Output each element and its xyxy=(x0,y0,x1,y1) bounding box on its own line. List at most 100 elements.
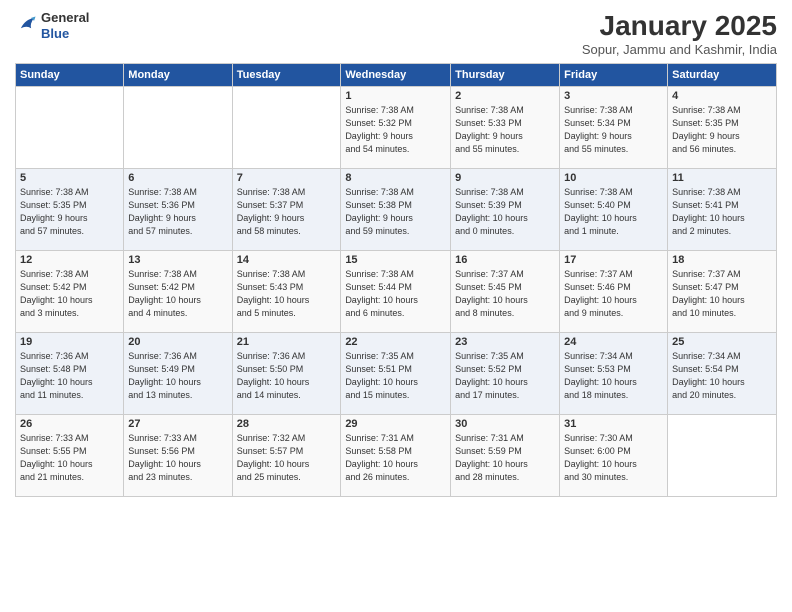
day-number: 22 xyxy=(345,336,446,348)
calendar-cell: 28 Sunrise: 7:32 AM Sunset: 5:57 PM Dayli… xyxy=(232,415,341,497)
calendar-cell xyxy=(124,87,232,169)
weekday-header: Sunday xyxy=(16,64,124,87)
day-info: Sunrise: 7:37 AM Sunset: 5:45 PM Dayligh… xyxy=(455,268,555,320)
calendar-cell: 3Sunrise: 7:38 AM Sunset: 5:34 PM Daylig… xyxy=(560,87,668,169)
logo: General Blue xyxy=(15,10,89,41)
day-number: 8 xyxy=(345,172,446,184)
calendar-cell: 14 Sunrise: 7:38 AM Sunset: 5:43 PM Dayli… xyxy=(232,251,341,333)
day-info: Sunrise: 7:38 AM Sunset: 5:40 PM Dayligh… xyxy=(564,186,663,238)
day-info: Sunrise: 7:38 AM Sunset: 5:42 PM Dayligh… xyxy=(128,268,227,320)
calendar-cell: 16 Sunrise: 7:37 AM Sunset: 5:45 PM Dayli… xyxy=(451,251,560,333)
day-info: Sunrise: 7:33 AM Sunset: 5:56 PM Dayligh… xyxy=(128,432,227,484)
calendar-cell: 11 Sunrise: 7:38 AM Sunset: 5:41 PM Dayli… xyxy=(668,169,777,251)
day-number: 16 xyxy=(455,254,555,266)
day-info: Sunrise: 7:37 AM Sunset: 5:47 PM Dayligh… xyxy=(672,268,772,320)
day-info: Sunrise: 7:38 AM Sunset: 5:42 PM Dayligh… xyxy=(20,268,119,320)
day-info: Sunrise: 7:34 AM Sunset: 5:54 PM Dayligh… xyxy=(672,350,772,402)
weekday-header: Wednesday xyxy=(341,64,451,87)
day-info: Sunrise: 7:38 AM Sunset: 5:44 PM Dayligh… xyxy=(345,268,446,320)
day-number: 24 xyxy=(564,336,663,348)
day-number: 26 xyxy=(20,418,119,430)
day-info: Sunrise: 7:38 AM Sunset: 5:35 PM Dayligh… xyxy=(20,186,119,238)
day-number: 19 xyxy=(20,336,119,348)
calendar-cell: 21Sunrise: 7:36 AM Sunset: 5:50 PM Dayli… xyxy=(232,333,341,415)
calendar-week-row: 1 Sunrise: 7:38 AM Sunset: 5:32 PM Daylig… xyxy=(16,87,777,169)
calendar-cell: 19 Sunrise: 7:36 AM Sunset: 5:48 PM Dayli… xyxy=(16,333,124,415)
day-info: Sunrise: 7:32 AM Sunset: 5:57 PM Dayligh… xyxy=(237,432,337,484)
header: General Blue January 2025 Sopur, Jammu a… xyxy=(15,10,777,57)
weekday-header: Monday xyxy=(124,64,232,87)
day-info: Sunrise: 7:38 AM Sunset: 5:35 PM Dayligh… xyxy=(672,104,772,156)
day-number: 9 xyxy=(455,172,555,184)
day-number: 13 xyxy=(128,254,227,266)
calendar-week-row: 26 Sunrise: 7:33 AM Sunset: 5:55 PM Dayli… xyxy=(16,415,777,497)
day-number: 21 xyxy=(237,336,337,348)
day-info: Sunrise: 7:38 AM Sunset: 5:41 PM Dayligh… xyxy=(672,186,772,238)
day-number: 17 xyxy=(564,254,663,266)
calendar-cell: 10Sunrise: 7:38 AM Sunset: 5:40 PM Dayli… xyxy=(560,169,668,251)
title-block: January 2025 Sopur, Jammu and Kashmir, I… xyxy=(582,10,777,57)
calendar-week-row: 12 Sunrise: 7:38 AM Sunset: 5:42 PM Dayli… xyxy=(16,251,777,333)
calendar-cell: 2 Sunrise: 7:38 AM Sunset: 5:33 PM Daylig… xyxy=(451,87,560,169)
calendar-cell: 4Sunrise: 7:38 AM Sunset: 5:35 PM Daylig… xyxy=(668,87,777,169)
day-number: 14 xyxy=(237,254,337,266)
day-info: Sunrise: 7:37 AM Sunset: 5:46 PM Dayligh… xyxy=(564,268,663,320)
logo-text: General Blue xyxy=(41,10,89,41)
day-info: Sunrise: 7:38 AM Sunset: 5:36 PM Dayligh… xyxy=(128,186,227,238)
calendar-cell: 6 Sunrise: 7:38 AM Sunset: 5:36 PM Daylig… xyxy=(124,169,232,251)
weekday-header: Saturday xyxy=(668,64,777,87)
calendar-cell: 26 Sunrise: 7:33 AM Sunset: 5:55 PM Dayli… xyxy=(16,415,124,497)
day-info: Sunrise: 7:35 AM Sunset: 5:51 PM Dayligh… xyxy=(345,350,446,402)
weekday-header: Tuesday xyxy=(232,64,341,87)
calendar-cell: 8Sunrise: 7:38 AM Sunset: 5:38 PM Daylig… xyxy=(341,169,451,251)
calendar-week-row: 19 Sunrise: 7:36 AM Sunset: 5:48 PM Dayli… xyxy=(16,333,777,415)
weekday-header: Friday xyxy=(560,64,668,87)
day-number: 12 xyxy=(20,254,119,266)
weekday-header: Thursday xyxy=(451,64,560,87)
day-info: Sunrise: 7:35 AM Sunset: 5:52 PM Dayligh… xyxy=(455,350,555,402)
calendar-cell: 29 Sunrise: 7:31 AM Sunset: 5:58 PM Dayli… xyxy=(341,415,451,497)
calendar-cell xyxy=(232,87,341,169)
day-info: Sunrise: 7:34 AM Sunset: 5:53 PM Dayligh… xyxy=(564,350,663,402)
calendar-cell: 9Sunrise: 7:38 AM Sunset: 5:39 PM Daylig… xyxy=(451,169,560,251)
calendar-cell: 31 Sunrise: 7:30 AM Sunset: 6:00 PM Dayli… xyxy=(560,415,668,497)
day-number: 20 xyxy=(128,336,227,348)
day-number: 25 xyxy=(672,336,772,348)
day-number: 1 xyxy=(345,90,446,102)
day-info: Sunrise: 7:31 AM Sunset: 5:58 PM Dayligh… xyxy=(345,432,446,484)
month-title: January 2025 xyxy=(582,10,777,42)
calendar-cell: 24 Sunrise: 7:34 AM Sunset: 5:53 PM Dayli… xyxy=(560,333,668,415)
day-info: Sunrise: 7:38 AM Sunset: 5:33 PM Dayligh… xyxy=(455,104,555,156)
calendar-cell: 20Sunrise: 7:36 AM Sunset: 5:49 PM Dayli… xyxy=(124,333,232,415)
calendar-cell xyxy=(668,415,777,497)
day-number: 11 xyxy=(672,172,772,184)
day-number: 28 xyxy=(237,418,337,430)
calendar-cell: 1 Sunrise: 7:38 AM Sunset: 5:32 PM Daylig… xyxy=(341,87,451,169)
day-info: Sunrise: 7:36 AM Sunset: 5:48 PM Dayligh… xyxy=(20,350,119,402)
calendar-cell: 22 Sunrise: 7:35 AM Sunset: 5:51 PM Dayli… xyxy=(341,333,451,415)
calendar-cell: 15 Sunrise: 7:38 AM Sunset: 5:44 PM Dayli… xyxy=(341,251,451,333)
day-number: 2 xyxy=(455,90,555,102)
calendar-cell: 7Sunrise: 7:38 AM Sunset: 5:37 PM Daylig… xyxy=(232,169,341,251)
calendar-container: General Blue January 2025 Sopur, Jammu a… xyxy=(0,0,792,507)
logo-icon xyxy=(15,15,37,37)
day-number: 6 xyxy=(128,172,227,184)
day-number: 18 xyxy=(672,254,772,266)
day-info: Sunrise: 7:38 AM Sunset: 5:37 PM Dayligh… xyxy=(237,186,337,238)
calendar-cell: 5 Sunrise: 7:38 AM Sunset: 5:35 PM Daylig… xyxy=(16,169,124,251)
day-number: 3 xyxy=(564,90,663,102)
day-info: Sunrise: 7:33 AM Sunset: 5:55 PM Dayligh… xyxy=(20,432,119,484)
day-info: Sunrise: 7:30 AM Sunset: 6:00 PM Dayligh… xyxy=(564,432,663,484)
calendar-cell: 23 Sunrise: 7:35 AM Sunset: 5:52 PM Dayli… xyxy=(451,333,560,415)
day-info: Sunrise: 7:38 AM Sunset: 5:32 PM Dayligh… xyxy=(345,104,446,156)
day-number: 31 xyxy=(564,418,663,430)
day-info: Sunrise: 7:38 AM Sunset: 5:43 PM Dayligh… xyxy=(237,268,337,320)
day-number: 23 xyxy=(455,336,555,348)
calendar-cell: 25 Sunrise: 7:34 AM Sunset: 5:54 PM Dayli… xyxy=(668,333,777,415)
day-number: 15 xyxy=(345,254,446,266)
day-number: 29 xyxy=(345,418,446,430)
weekday-header-row: SundayMondayTuesdayWednesdayThursdayFrid… xyxy=(16,64,777,87)
location: Sopur, Jammu and Kashmir, India xyxy=(582,42,777,57)
day-number: 5 xyxy=(20,172,119,184)
calendar-cell: 13 Sunrise: 7:38 AM Sunset: 5:42 PM Dayli… xyxy=(124,251,232,333)
